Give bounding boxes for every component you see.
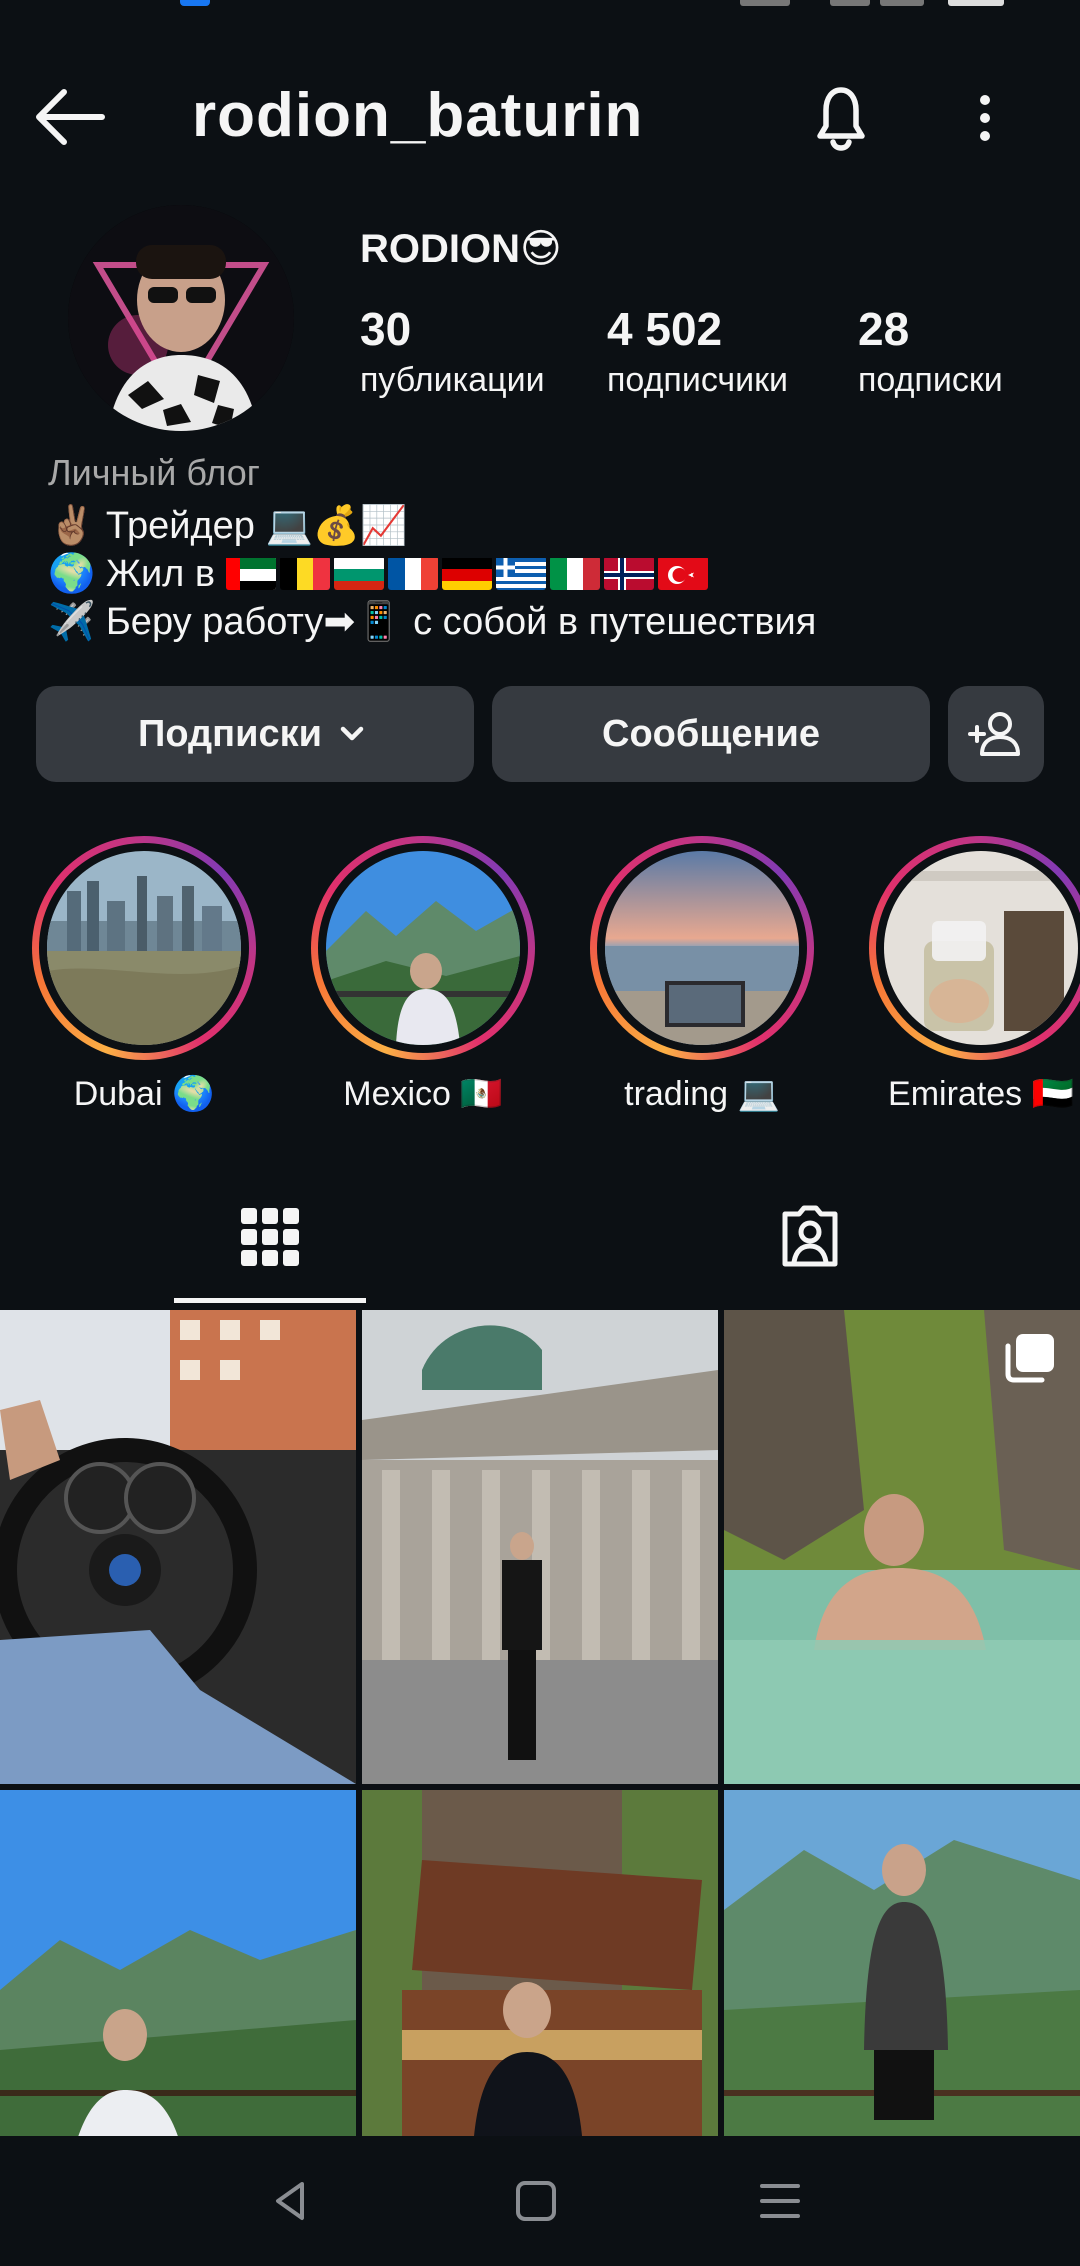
status-wifi-indicator xyxy=(830,0,870,6)
arrow-left-icon xyxy=(36,89,105,145)
tab-posts-grid[interactable] xyxy=(0,1170,540,1304)
bio-line-2-text: 🌍 Жил в xyxy=(48,553,216,595)
bio-line-3: ✈️ Беру работу➡📱 с собой в путешествия xyxy=(48,601,817,643)
posts-count-label: публикации xyxy=(360,361,545,399)
bio-line-1: ✌🏽 Трейдер 💻💰📈 xyxy=(48,505,408,547)
chevron-down-icon xyxy=(340,726,364,741)
posts-count-value: 30 xyxy=(360,303,412,355)
highlight-cover-image xyxy=(326,851,520,1045)
nav-menu-button[interactable] xyxy=(740,2166,820,2236)
belgium-flag-icon xyxy=(279,556,330,590)
bell-icon xyxy=(817,87,865,151)
highlight-label: Emirates 🇦🇪 xyxy=(888,1075,1074,1113)
highlight-label: trading 💻 xyxy=(624,1075,780,1113)
flags-row xyxy=(225,553,712,595)
posts-count[interactable]: 30 публикации xyxy=(360,300,545,402)
bulgaria-flag-icon xyxy=(333,556,384,590)
followers-count-label: подписчики xyxy=(607,361,789,399)
highlight-ring xyxy=(869,836,1080,1060)
profile-username: rodion_baturin xyxy=(192,81,644,150)
following-count[interactable]: 28 подписки xyxy=(858,300,1003,402)
turkey-flag-icon xyxy=(657,556,708,590)
add-person-icon xyxy=(968,712,1020,756)
message-button[interactable]: Сообщение xyxy=(492,686,930,782)
post-thumbnail[interactable] xyxy=(362,1310,718,1784)
tagged-person-icon xyxy=(782,1205,838,1267)
highlight-cover-image xyxy=(605,851,799,1045)
highlight-trading[interactable]: trading 💻 xyxy=(590,836,814,1114)
nav-back-button[interactable] xyxy=(250,2166,330,2236)
bio-line-2: 🌍 Жил в xyxy=(48,550,712,598)
grid-icon xyxy=(241,1208,299,1266)
highlight-ring xyxy=(590,836,814,1060)
france-flag-icon xyxy=(387,556,438,590)
highlight-label: Dubai 🌍 xyxy=(73,1075,215,1113)
back-button[interactable] xyxy=(30,82,110,152)
status-network-indicator xyxy=(880,0,924,6)
highlight-ring xyxy=(311,836,535,1060)
system-navigation-bar xyxy=(0,2136,1080,2266)
more-options-button[interactable] xyxy=(955,78,1015,158)
status-signal-indicator xyxy=(740,0,790,6)
nav-home-icon xyxy=(516,2181,556,2221)
more-vertical-icon xyxy=(980,95,990,141)
following-dropdown-button[interactable]: Подписки xyxy=(36,686,474,782)
status-bar xyxy=(0,0,1080,40)
nav-menu-icon xyxy=(760,2184,800,2218)
profile-tabs xyxy=(0,1170,1080,1304)
carousel-icon xyxy=(1005,1334,1054,1383)
following-count-value: 28 xyxy=(858,303,910,355)
highlight-cover-image xyxy=(884,851,1078,1045)
message-button-label: Сообщение xyxy=(602,712,820,755)
highlight-dubai[interactable]: Dubai 🌍 xyxy=(32,836,256,1114)
nav-back-icon xyxy=(276,2182,304,2220)
following-count-label: подписки xyxy=(858,361,1003,399)
italy-flag-icon xyxy=(549,556,600,590)
germany-flag-icon xyxy=(441,556,492,590)
following-button-label: Подписки xyxy=(138,712,322,755)
uae-flag-icon xyxy=(225,556,276,590)
post-thumbnail[interactable] xyxy=(0,1310,356,1784)
norway-flag-icon xyxy=(603,556,654,590)
battery-icon xyxy=(948,0,1004,6)
followers-count[interactable]: 4 502 подписчики xyxy=(607,300,788,402)
post-thumbnail[interactable] xyxy=(724,1310,1080,1784)
profile-avatar[interactable] xyxy=(68,205,294,431)
greece-flag-icon xyxy=(495,556,546,590)
status-notification-dot xyxy=(180,0,210,6)
profile-category: Личный блог xyxy=(48,452,260,493)
suggest-people-button[interactable] xyxy=(948,686,1044,782)
tab-tagged[interactable] xyxy=(540,1170,1080,1304)
highlight-cover-image xyxy=(47,851,241,1045)
nav-home-button[interactable] xyxy=(496,2166,576,2236)
avatar-image xyxy=(68,205,294,431)
highlight-ring xyxy=(32,836,256,1060)
profile-display-name: RODION😎 xyxy=(360,227,562,271)
notifications-button[interactable] xyxy=(796,78,886,158)
highlight-mexico[interactable]: Mexico 🇲🇽 xyxy=(311,836,535,1114)
highlight-emirates[interactable]: Emirates 🇦🇪 xyxy=(869,836,1080,1114)
profile-header: rodion_baturin xyxy=(0,60,1080,170)
followers-count-value: 4 502 xyxy=(607,303,723,355)
highlight-label: Mexico 🇲🇽 xyxy=(343,1075,503,1113)
active-tab-indicator xyxy=(174,1298,366,1303)
